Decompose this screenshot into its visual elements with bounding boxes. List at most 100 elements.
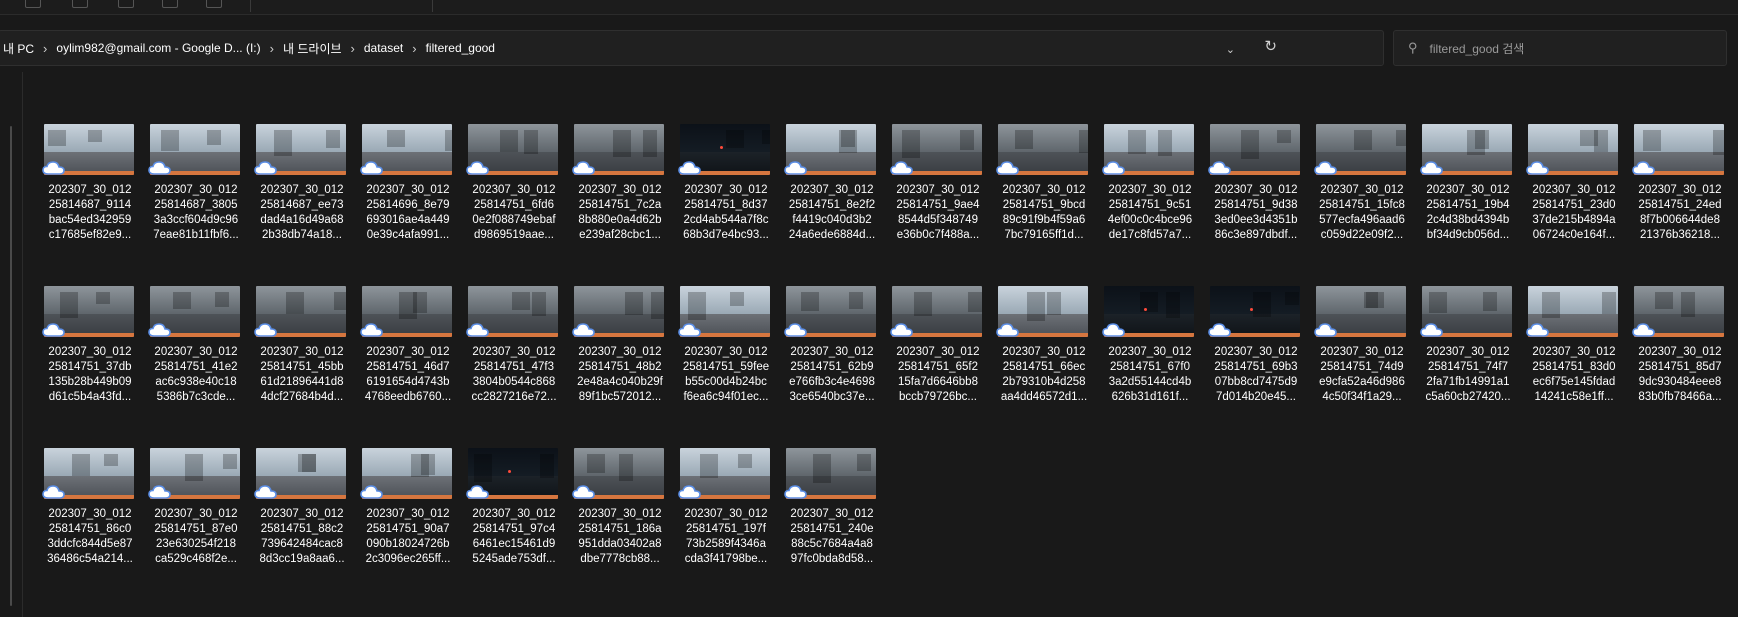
file-item[interactable]: 202307_30_012 25814751_8e2f2 f4419c040d3… <box>784 124 882 274</box>
cloud-sync-icon <box>890 161 913 175</box>
file-item[interactable]: 202307_30_012 25814751_15fc8 577ecfa496a… <box>1314 124 1412 274</box>
breadcrumb-dataset[interactable]: dataset <box>364 41 403 55</box>
breadcrumb-google-drive[interactable]: oylim982@gmail.com - Google D... (I:) <box>56 41 260 55</box>
file-item[interactable]: 202307_30_012 25814751_97c4 6461ec15461d… <box>466 448 564 598</box>
cloud-sync-icon <box>678 485 701 499</box>
file-name: 202307_30_012 25814751_66ec 2b79310b4d25… <box>1000 346 1088 403</box>
cloud-sync-icon <box>1314 323 1337 337</box>
cloud-sync-icon <box>996 161 1019 175</box>
chevron-down-icon[interactable]: ⌄ <box>1226 43 1235 56</box>
cloud-sync-icon <box>148 323 171 337</box>
file-name: 202307_30_012 25814751_48b2 2e48a4c040b2… <box>577 346 663 403</box>
file-item[interactable]: 202307_30_012 25814751_6fd6 0e2f088749eb… <box>466 124 564 274</box>
file-item[interactable]: 202307_30_012 25814751_87e0 23e630254f21… <box>148 448 246 598</box>
file-item[interactable]: 202307_30_012 25814751_23d0 37de215b4894… <box>1526 124 1624 274</box>
file-name: 202307_30_012 25814751_67f0 3a2d55144cd4… <box>1108 346 1192 403</box>
cloud-sync-icon <box>890 323 913 337</box>
file-item[interactable]: 202307_30_012 25814751_69b3 07bb8cd7475d… <box>1208 286 1306 436</box>
cloud-sync-icon <box>466 161 489 175</box>
file-name: 202307_30_012 25814751_9c51 4ef00c0c4bce… <box>1107 184 1193 241</box>
file-item[interactable]: 202307_30_012 25814687_3805 3a3ccf604d9c… <box>148 124 246 274</box>
paste-icon[interactable] <box>118 0 134 8</box>
breadcrumb-filtered-good[interactable]: filtered_good <box>426 41 495 55</box>
file-item[interactable]: 202307_30_012 25814751_85d7 9dc930484eee… <box>1632 286 1730 436</box>
cloud-sync-icon <box>1632 161 1655 175</box>
chevron-right-icon[interactable]: › <box>43 41 47 56</box>
file-item[interactable]: 202307_30_012 25814751_186a 951dda03402a… <box>572 448 670 598</box>
file-item[interactable]: 202307_30_012 25814687_ee73 dad4a16d49a6… <box>254 124 352 274</box>
cloud-sync-icon <box>1208 161 1231 175</box>
file-item[interactable]: 202307_30_012 25814751_240e 88c5c7684a4a… <box>784 448 882 598</box>
file-item[interactable]: 202307_30_012 25814751_62b9 e766fb3c4e46… <box>784 286 882 436</box>
copy-icon[interactable] <box>72 0 88 8</box>
chevron-right-icon[interactable]: › <box>412 41 416 56</box>
refresh-icon[interactable]: ↻ <box>1264 37 1277 55</box>
file-item[interactable]: 202307_30_012 25814751_9ae4 8544d5f34874… <box>890 124 988 274</box>
file-item[interactable]: 202307_30_012 25814751_19b4 2c4d38bd4394… <box>1420 124 1518 274</box>
file-item[interactable]: 202307_30_012 25814751_46d7 6191654d4743… <box>360 286 458 436</box>
file-name: 202307_30_012 25814751_90a7 090b18024726… <box>365 508 451 565</box>
file-item[interactable]: 202307_30_012 25814751_88c2 739642484cac… <box>254 448 352 598</box>
cloud-sync-icon <box>360 323 383 337</box>
cloud-sync-icon <box>1632 323 1655 337</box>
file-item[interactable]: 202307_30_012 25814751_74f7 2fa71fb14991… <box>1420 286 1518 436</box>
cloud-sync-icon <box>1526 161 1549 175</box>
file-item[interactable]: 202307_30_012 25814751_90a7 090b18024726… <box>360 448 458 598</box>
file-item[interactable]: 202307_30_012 25814696_8e79 693016ae4a44… <box>360 124 458 274</box>
file-item[interactable]: 202307_30_012 25814751_9d38 3ed0ee3d4351… <box>1208 124 1306 274</box>
file-item[interactable]: 202307_30_012 25814751_83d0 ec6f75e145fd… <box>1526 286 1624 436</box>
rename-icon[interactable] <box>162 0 178 8</box>
file-item[interactable]: 202307_30_012 25814751_9bcd 89c91f9b4f59… <box>996 124 1094 274</box>
cut-icon[interactable] <box>25 0 41 8</box>
file-name: 202307_30_012 25814751_15fc8 577ecfa496a… <box>1319 184 1405 241</box>
address-bar[interactable]: 내 PC › oylim982@gmail.com - Google D... … <box>0 30 1384 66</box>
file-name: 202307_30_012 25814751_7c2a 8b880e0a4d62… <box>578 184 662 241</box>
cloud-sync-icon <box>148 485 171 499</box>
file-name: 202307_30_012 25814751_24ed 8f7b006644de… <box>1638 184 1722 241</box>
file-item[interactable]: 202307_30_012 25814751_67f0 3a2d55144cd4… <box>1102 286 1200 436</box>
breadcrumb-this-pc[interactable]: 내 PC <box>3 40 34 57</box>
cloud-sync-icon <box>254 323 277 337</box>
file-name: 202307_30_012 25814751_65f2 15fa7d6646bb… <box>896 346 980 403</box>
file-item[interactable]: 202307_30_012 25814751_48b2 2e48a4c040b2… <box>572 286 670 436</box>
search-input[interactable]: ⚲ filtered_good 검색 <box>1393 30 1727 66</box>
file-item[interactable]: 202307_30_012 25814751_86c0 3ddcfc844d5e… <box>42 448 140 598</box>
file-item[interactable]: 202307_30_012 25814751_7c2a 8b880e0a4d62… <box>572 124 670 274</box>
file-item[interactable]: 202307_30_012 25814751_74d9 e9cfa52a46d9… <box>1314 286 1412 436</box>
cloud-sync-icon <box>360 485 383 499</box>
file-name: 202307_30_012 25814687_9114 bac54ed34295… <box>48 184 132 241</box>
breadcrumb-my-drive[interactable]: 내 드라이브 <box>283 40 342 57</box>
file-item[interactable]: 202307_30_012 25814751_45bb 61d21896441d… <box>254 286 352 436</box>
file-name: 202307_30_012 25814751_197f 73b2589f4346… <box>684 508 768 565</box>
file-item[interactable]: 202307_30_012 25814751_59fee b55c00d4b24… <box>678 286 776 436</box>
cloud-sync-icon <box>572 485 595 499</box>
cloud-sync-icon <box>572 323 595 337</box>
file-item[interactable]: 202307_30_012 25814751_8d37 2cd4ab544a7f… <box>678 124 776 274</box>
share-icon[interactable] <box>206 0 222 8</box>
file-item[interactable]: 202307_30_012 25814751_37db 135b28b449b0… <box>42 286 140 436</box>
cloud-sync-icon <box>784 161 807 175</box>
file-name: 202307_30_012 25814751_69b3 07bb8cd7475d… <box>1214 346 1298 403</box>
file-item[interactable]: 202307_30_012 25814751_9c51 4ef00c0c4bce… <box>1102 124 1200 274</box>
file-name: 202307_30_012 25814751_62b9 e766fb3c4e46… <box>789 346 875 403</box>
file-name: 202307_30_012 25814751_88c2 739642484cac… <box>259 508 345 565</box>
file-item[interactable]: 202307_30_012 25814751_24ed 8f7b006644de… <box>1632 124 1730 274</box>
file-name: 202307_30_012 25814751_9bcd 89c91f9b4f59… <box>1002 184 1086 241</box>
file-name: 202307_30_012 25814687_ee73 dad4a16d49a6… <box>260 184 344 241</box>
chevron-right-icon[interactable]: › <box>270 41 274 56</box>
file-name: 202307_30_012 25814751_8d37 2cd4ab544a7f… <box>683 184 769 241</box>
file-item[interactable]: 202307_30_012 25814751_65f2 15fa7d6646bb… <box>890 286 988 436</box>
file-item[interactable]: 202307_30_012 25814687_9114 bac54ed34295… <box>42 124 140 274</box>
file-name: 202307_30_012 25814751_45bb 61d21896441d… <box>260 346 344 403</box>
chevron-right-icon[interactable]: › <box>351 41 355 56</box>
nav-scrollbar[interactable] <box>10 126 12 606</box>
file-item[interactable]: 202307_30_012 25814751_197f 73b2589f4346… <box>678 448 776 598</box>
file-name: 202307_30_012 25814751_97c4 6461ec15461d… <box>472 508 556 565</box>
file-item[interactable]: 202307_30_012 25814751_47f3 3804b0544c86… <box>466 286 564 436</box>
file-name: 202307_30_012 25814751_240e 88c5c7684a4a… <box>790 508 874 565</box>
file-name: 202307_30_012 25814751_47f3 3804b0544c86… <box>471 346 557 403</box>
file-item[interactable]: 202307_30_012 25814751_41e2 ac6c938e40c1… <box>148 286 246 436</box>
cloud-sync-icon <box>42 323 65 337</box>
cloud-sync-icon <box>1102 323 1125 337</box>
file-item[interactable]: 202307_30_012 25814751_66ec 2b79310b4d25… <box>996 286 1094 436</box>
